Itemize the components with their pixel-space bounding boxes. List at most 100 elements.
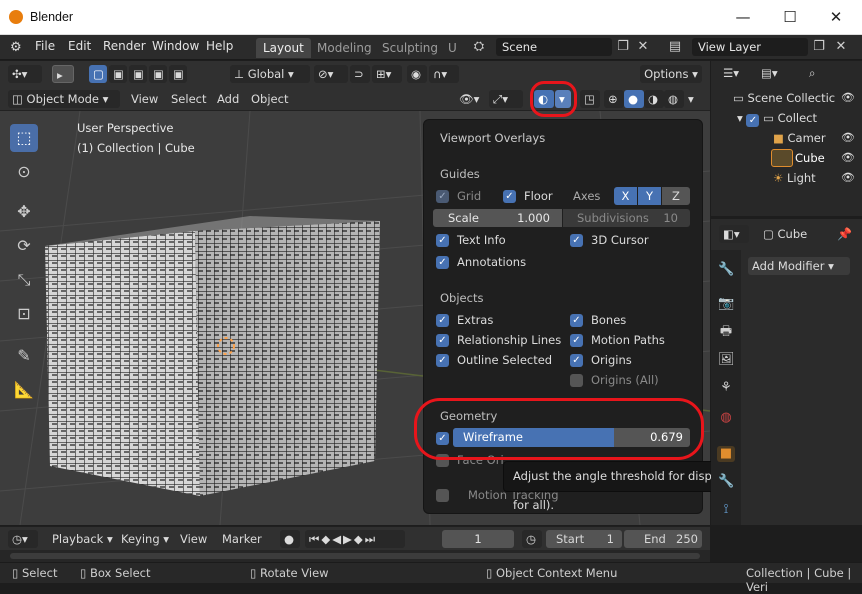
timeline-menu-marker[interactable]: Marker	[218, 530, 266, 548]
shading-options-chevron-icon[interactable]: ▾	[684, 90, 700, 108]
shading-rendered-icon[interactable]: ◍	[664, 90, 684, 108]
minimize-button[interactable]: —	[723, 6, 763, 28]
move-tool-icon[interactable]: ✥	[10, 198, 38, 226]
origins-checkbox[interactable]: ✓	[570, 354, 583, 367]
outliner-display-mode-icon[interactable]: ▤▾	[757, 64, 787, 82]
outliner-search-icon[interactable]: ⌕	[805, 64, 857, 82]
view-layer-icon[interactable]: ▤	[662, 39, 688, 55]
menu-window[interactable]: Window	[152, 39, 199, 53]
relationship-lines-checkbox[interactable]: ✓	[436, 334, 449, 347]
header-menu-add[interactable]: Add	[213, 90, 243, 108]
scene-selector-icon[interactable]: ⛭	[466, 39, 492, 55]
outliner-item-camera[interactable]: ■ Camer	[773, 131, 826, 145]
select-mode-subtract-icon[interactable]: ▣	[129, 65, 147, 83]
tab-modeling[interactable]: Modeling	[310, 38, 379, 58]
options-dropdown[interactable]: Options ▾	[640, 65, 702, 83]
cursor-tool-icon[interactable]: ⊙	[10, 158, 38, 186]
timeline-menu-playback[interactable]: Playback ▾	[48, 530, 117, 548]
world-tab-icon[interactable]: ◍	[718, 410, 734, 426]
playback-controls[interactable]: ⏮◆◀▶◆⏭	[305, 530, 405, 548]
text-info-checkbox[interactable]: ✓	[436, 234, 449, 247]
select-mode-new-icon[interactable]: ▢	[89, 65, 107, 83]
measure-tool-icon[interactable]: 📐	[10, 376, 38, 404]
annotate-tool-icon[interactable]: ✎	[10, 342, 38, 370]
collection-row[interactable]: ▾ ✓ ▭ Collect	[737, 111, 817, 127]
axis-y-toggle[interactable]: Y	[638, 187, 661, 205]
outliner-editor-type-icon[interactable]: ☰▾	[719, 64, 749, 82]
close-button[interactable]: ✕	[816, 6, 856, 28]
motion-paths-checkbox[interactable]: ✓	[570, 334, 583, 347]
render-tab-icon[interactable]: 📷	[718, 296, 734, 312]
timeline-scrollbar[interactable]	[10, 553, 700, 559]
end-frame-field[interactable]: End 250	[624, 530, 702, 548]
visibility-eye-icon[interactable]: 👁▾	[455, 90, 485, 108]
copy-view-layer-icon[interactable]: ❐	[810, 39, 828, 55]
outliner-item-cube[interactable]: Cube	[795, 151, 825, 165]
timeline-menu-keying[interactable]: Keying ▾	[117, 530, 173, 548]
scene-tab-icon[interactable]: ⚘	[718, 380, 734, 396]
record-button-icon[interactable]: ●	[280, 530, 300, 548]
select-mode-extend-icon[interactable]: ▣	[109, 65, 127, 83]
tab-more[interactable]: U	[441, 38, 464, 58]
bones-checkbox[interactable]: ✓	[570, 314, 583, 327]
cube-mesh[interactable]	[30, 211, 430, 511]
proportional-falloff-icon[interactable]: ∩▾	[429, 65, 459, 83]
header-menu-object[interactable]: Object	[247, 90, 292, 108]
axis-z-toggle[interactable]: Z	[662, 187, 690, 205]
outliner-item-light[interactable]: ☀ Light	[773, 171, 816, 185]
blender-menu-icon[interactable]: ⚙	[10, 40, 26, 55]
delete-view-layer-icon[interactable]: ✕	[832, 39, 850, 55]
motion-tracking-checkbox[interactable]: ✓	[436, 489, 449, 502]
scene-collection-row[interactable]: ▭ Scene Collectic	[733, 91, 835, 105]
header-menu-view[interactable]: View	[127, 90, 162, 108]
xray-toggle-icon[interactable]: ◳	[580, 90, 600, 108]
snap-toggle-icon[interactable]: ⊃	[350, 65, 370, 83]
delete-scene-icon[interactable]: ✕	[634, 39, 652, 55]
grid-checkbox[interactable]: ✓	[436, 190, 449, 203]
start-frame-field[interactable]: Start 1	[546, 530, 622, 548]
menu-help[interactable]: Help	[206, 39, 233, 53]
menu-file[interactable]: File	[35, 39, 55, 53]
add-modifier-dropdown[interactable]: Add Modifier ▾	[748, 257, 850, 275]
camera-visibility-eye-icon[interactable]: 👁	[841, 131, 855, 144]
select-mode-invert-icon[interactable]: ▣	[149, 65, 167, 83]
cube-visibility-eye-icon[interactable]: 👁	[841, 151, 855, 164]
extras-checkbox[interactable]: ✓	[436, 314, 449, 327]
annotations-checkbox[interactable]: ✓	[436, 256, 449, 269]
pivot-point-button[interactable]: ⊘▾	[314, 65, 348, 83]
shading-solid-icon[interactable]: ●	[624, 90, 644, 108]
timeline-scrubber[interactable]	[0, 550, 710, 562]
output-tab-icon[interactable]: 🖶	[718, 324, 734, 340]
floor-checkbox[interactable]: ✓	[503, 190, 516, 203]
scale-slider[interactable]: Scale 1.000	[433, 209, 562, 227]
proportional-edit-icon[interactable]: ◉	[407, 65, 427, 83]
select-box-tool-icon[interactable]: ⬚	[10, 124, 38, 152]
constraint-tab-icon[interactable]: ⟟	[718, 502, 734, 518]
scale-tool-icon[interactable]: ⤡	[10, 266, 38, 294]
view-layer-tab-icon[interactable]: 🖼	[718, 352, 735, 368]
scene-name-field[interactable]: Scene	[496, 38, 612, 56]
object-tab-icon[interactable]: ■	[717, 446, 735, 462]
gizmo-toggle-icon[interactable]: ⤢▾	[489, 90, 523, 108]
transform-tool-icon[interactable]: ⊡	[10, 300, 38, 328]
shading-wireframe-icon[interactable]: ⊕	[604, 90, 624, 108]
light-visibility-eye-icon[interactable]: 👁	[841, 171, 855, 184]
timeline-menu-view[interactable]: View	[176, 530, 211, 548]
modifier-tab-icon[interactable]: 🔧	[718, 474, 734, 490]
pin-icon[interactable]: 📌	[837, 227, 852, 241]
collection-checkbox[interactable]: ✓	[746, 114, 760, 127]
current-frame-field[interactable]: 1	[442, 530, 514, 548]
menu-edit[interactable]: Edit	[68, 39, 91, 53]
axis-x-toggle[interactable]: X	[614, 187, 637, 205]
view-layer-field[interactable]: View Layer	[692, 38, 808, 56]
subdivisions-slider[interactable]: Subdivisions 10	[563, 209, 690, 227]
tab-sculpting[interactable]: Sculpting	[375, 38, 445, 58]
tool-tab-icon[interactable]: 🔧	[718, 262, 734, 278]
3d-cursor-checkbox[interactable]: ✓	[570, 234, 583, 247]
snap-target-button[interactable]: ⊞▾	[372, 65, 402, 83]
collection-visibility-eye-icon[interactable]: 👁	[841, 91, 855, 104]
shading-material-icon[interactable]: ◑	[644, 90, 664, 108]
transform-pivot-button[interactable]: ✣▾	[8, 65, 42, 83]
tab-layout[interactable]: Layout	[256, 38, 311, 58]
menu-render[interactable]: Render	[103, 39, 146, 53]
